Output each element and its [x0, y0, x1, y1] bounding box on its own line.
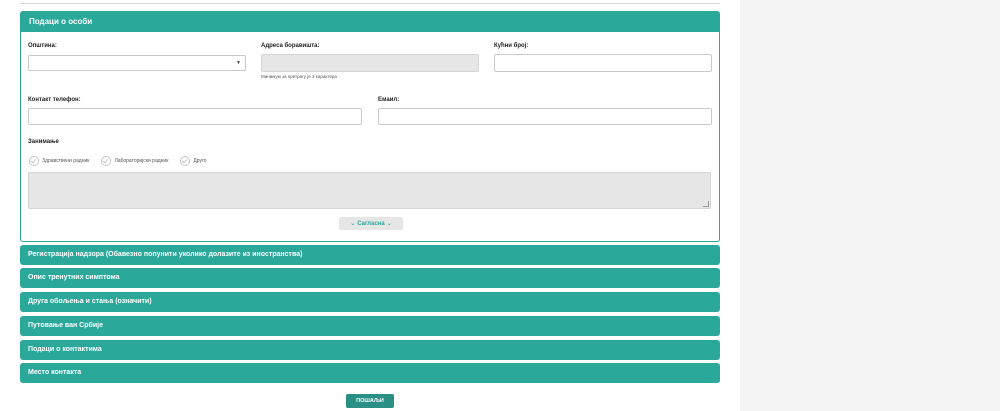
accordion-contacts-data[interactable]: Подаци о контактима	[20, 340, 720, 360]
chevron-down-icon: ⌄	[386, 221, 392, 227]
phone-label: Контакт телефон:	[28, 97, 81, 103]
address-hint: Минимум за претрагу је 3 карактера	[261, 74, 337, 79]
municipality-label: Општина:	[28, 43, 57, 49]
resize-handle-icon[interactable]	[703, 201, 709, 207]
check-circle-icon	[180, 156, 191, 166]
email-input[interactable]	[378, 108, 712, 125]
occupation-label: Занимање	[28, 139, 59, 145]
check-circle-icon	[101, 156, 112, 166]
municipality-select[interactable]: ▼	[28, 55, 246, 71]
occupation-option-other[interactable]: Друго	[180, 156, 207, 166]
phone-input[interactable]	[28, 108, 362, 125]
chevron-down-icon: ⌄	[350, 221, 356, 227]
house-number-input[interactable]	[494, 54, 712, 72]
accordion-travel-abroad[interactable]: Путовање ван Србије	[20, 316, 720, 336]
check-circle-icon	[29, 156, 39, 166]
consent-label: Сагласна	[357, 220, 385, 227]
email-label: Емаил:	[378, 97, 400, 103]
accordion-other-conditions[interactable]: Друга обољења и стања (означити)	[20, 292, 720, 312]
occupation-option-health-worker[interactable]: Здравствени радник	[29, 156, 89, 166]
occupation-option-lab-worker[interactable]: Лабораторијски радник	[101, 156, 168, 166]
occupation-textarea[interactable]	[28, 172, 711, 209]
consent-button[interactable]: ⌄ Сагласна ⌄	[339, 217, 403, 230]
top-divider	[20, 0, 720, 4]
address-label: Адреса боравишта:	[261, 43, 320, 49]
person-data-panel: Подаци о особи Општина: ▼ Адреса боравиш…	[20, 11, 720, 242]
accordion-surveillance-registration[interactable]: Регистрација надзора (Обавезно попунити …	[20, 245, 720, 265]
chevron-down-icon: ▼	[236, 60, 241, 66]
address-input[interactable]	[261, 54, 479, 72]
submit-button[interactable]: ПОШАЉИ	[346, 394, 394, 408]
occupation-options: Здравствени радник Лабораторијски радник…	[29, 156, 219, 166]
person-data-header[interactable]: Подаци о особи	[21, 12, 719, 32]
right-sidebar	[740, 0, 1000, 411]
accordion-current-symptoms[interactable]: Опис тренутних симптома	[20, 268, 720, 288]
house-number-label: Кућни број:	[494, 43, 529, 49]
accordion-contact-place[interactable]: Место контакта	[20, 363, 720, 383]
